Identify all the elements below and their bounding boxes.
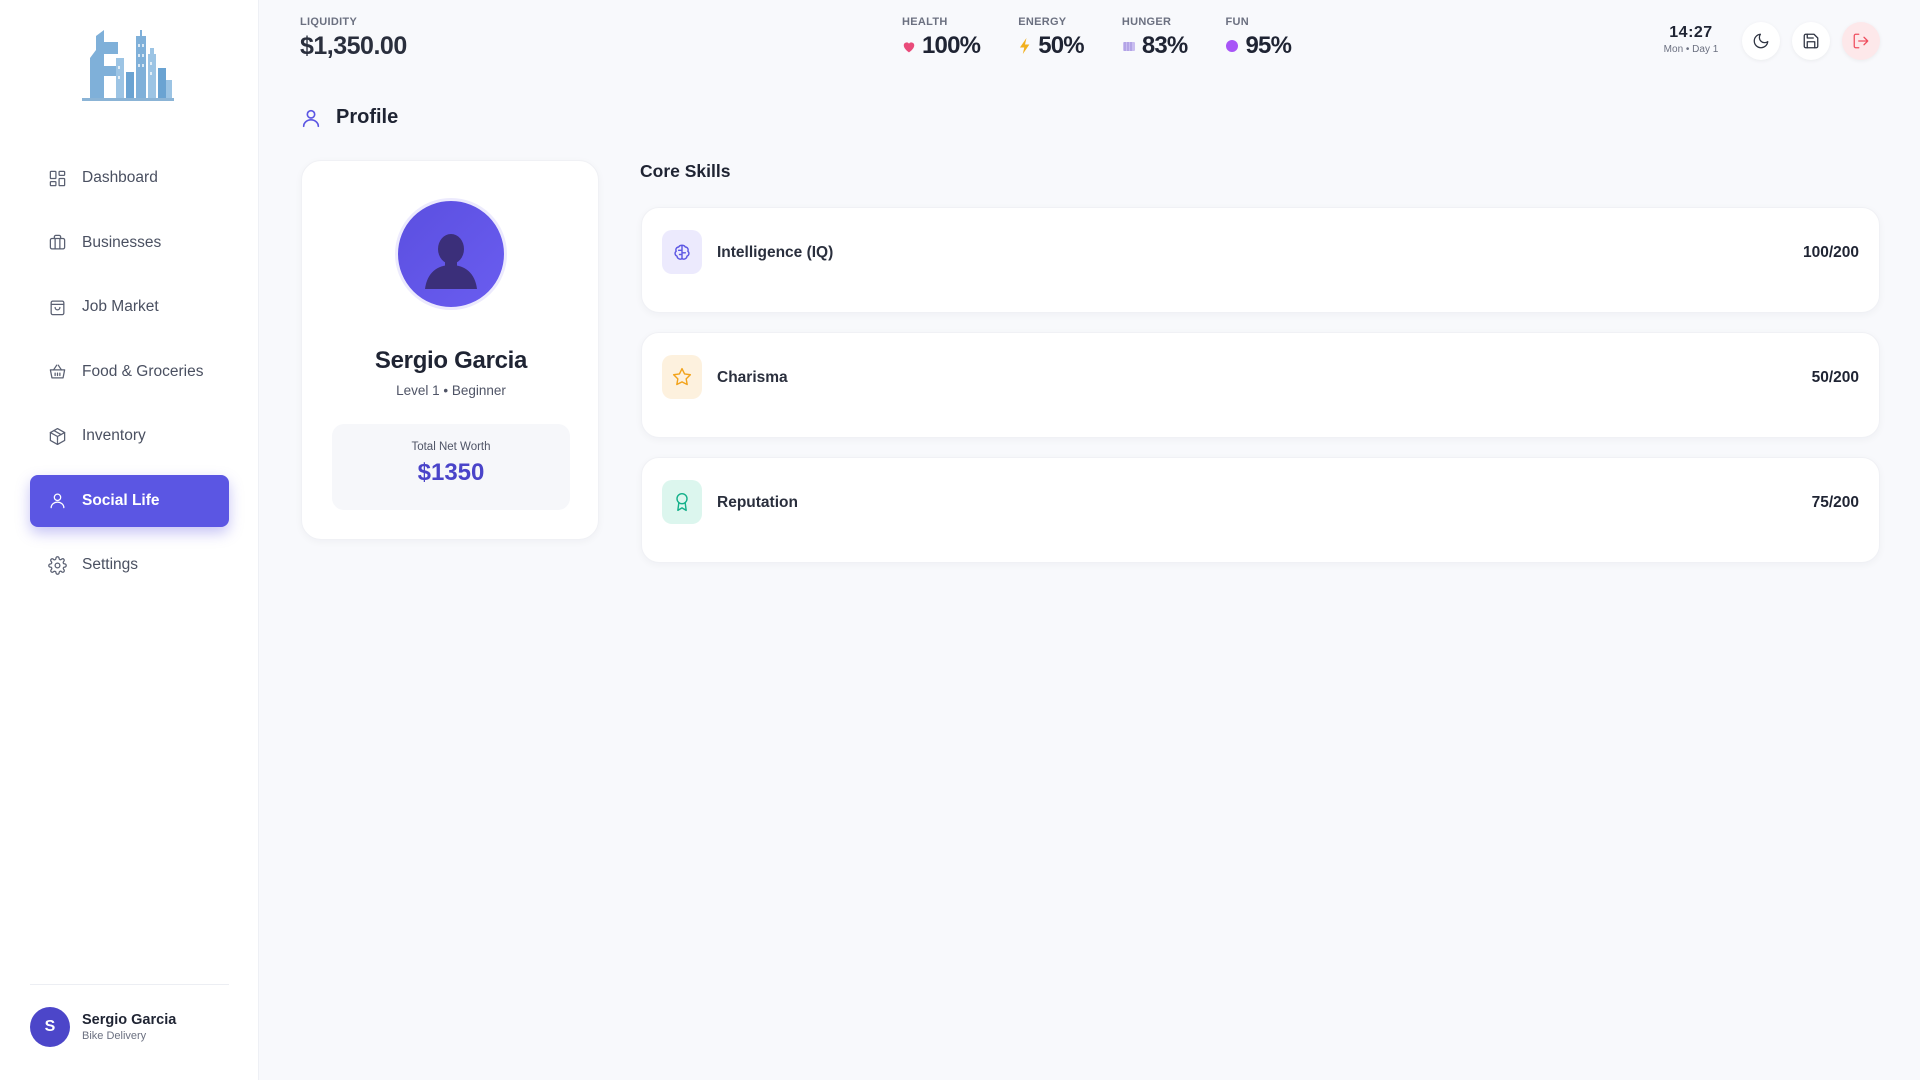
sidebar-item-label: Inventory [82,427,146,444]
sidebar-item-businesses[interactable]: Businesses [30,217,229,269]
net-worth-label: Total Net Worth [411,441,491,453]
lightning-icon [1018,38,1032,54]
sidebar-item-inventory[interactable]: Inventory [30,410,229,462]
page-title-text: Profile [336,106,399,128]
sidebar: Dashboard Businesses Job Market Food & G… [0,0,259,1080]
net-worth-value: $1350 [417,459,485,486]
stat-value: 83% [1141,32,1188,59]
sidebar-item-job-market[interactable]: Job Market [30,281,229,333]
skill-name: Intelligence (IQ) [717,244,834,261]
skill-value: 50/200 [1811,369,1859,386]
profile-avatar[interactable] [395,198,507,310]
logout-button[interactable] [1842,22,1880,60]
sidebar-item-label: Food & Groceries [82,362,204,380]
liquidity-label: LIQUIDITY [300,16,358,28]
package-icon [47,426,67,446]
sidebar-divider [30,984,229,985]
stat-energy: ENERGY 50% [1018,16,1084,60]
sidebar-item-dashboard[interactable]: Dashboard [30,152,229,204]
stat-label: HUNGER [1121,16,1172,28]
dark-mode-button[interactable] [1742,22,1780,60]
game-clock: 14:27 Mon • Day 1 [1656,24,1726,55]
clock-day: Mon • Day 1 [1663,44,1719,55]
stat-label: HEALTH [902,16,948,28]
stat-label: FUN [1225,16,1249,28]
skill-name: Reputation [717,494,798,511]
skill-value: 100/200 [1802,244,1859,261]
stat-health: HEALTH 100% [902,16,981,60]
briefcase-icon [47,233,67,253]
sidebar-item-label: Dashboard [82,169,158,186]
skill-card-charisma[interactable]: Charisma 50/200 [641,332,1880,438]
page-title: Profile [300,106,398,129]
net-worth-box: Total Net Worth $1350 [332,424,570,510]
sidebar-item-label: Job Market [82,298,159,315]
shopping-bag-icon [47,297,67,317]
sidebar-user-name: Sergio Garcia [82,1012,177,1028]
profile-name: Sergio Garcia [374,347,528,374]
skill-name: Charisma [717,369,788,386]
brain-icon [662,230,702,274]
save-button[interactable] [1792,22,1830,60]
profile-level: Level 1 • Beginner [396,383,506,398]
avatar: S [30,1007,70,1047]
sidebar-item-settings[interactable]: Settings [30,539,229,591]
skill-card-intelligence[interactable]: Intelligence (IQ) 100/200 [641,207,1880,313]
clock-time: 14:27 [1669,24,1713,41]
star-icon [662,355,702,399]
stat-fun: FUN 95% [1225,16,1291,60]
sidebar-nav: Dashboard Businesses Job Market Food & G… [30,152,229,604]
person-silhouette-icon [425,234,477,289]
sidebar-item-label: Social Life [82,491,160,509]
sidebar-user[interactable]: S Sergio Garcia Bike Delivery [30,1007,176,1047]
logout-icon [1853,33,1869,49]
save-icon [1803,33,1819,49]
user-icon [47,491,67,511]
dashboard-icon [47,168,67,188]
user-icon [302,109,320,127]
stat-value: 100% [922,32,981,59]
gear-icon [47,555,67,575]
award-icon [662,480,702,524]
city-logo-icon[interactable] [80,28,176,102]
sidebar-item-label: Businesses [82,233,162,251]
sidebar-item-label: Settings [82,556,139,573]
stat-value: 50% [1038,32,1084,59]
circle-icon [1225,39,1239,53]
stats-bar: HEALTH 100% ENERGY 50% HUNGER 83% FUN 95… [902,16,1329,60]
sidebar-item-social-life[interactable]: Social Life [30,474,229,527]
moon-icon [1753,33,1769,49]
heart-icon [902,39,916,53]
stat-hunger: HUNGER 83% [1122,16,1188,60]
sidebar-user-job: Bike Delivery [82,1030,147,1042]
skill-value: 75/200 [1811,494,1859,511]
profile-card: Sergio Garcia Level 1 • Beginner Total N… [301,160,599,540]
sidebar-item-food-groceries[interactable]: Food & Groceries [30,346,229,398]
food-icon [1122,39,1136,53]
basket-icon [47,362,67,382]
topbar: LIQUIDITY $1,350.00 HEALTH 100% ENERGY 5… [260,0,1920,80]
stat-value: 95% [1245,32,1292,59]
core-skills-title: Core Skills [640,161,731,181]
liquidity-value: $1,350.00 [300,32,407,60]
stat-label: ENERGY [1018,16,1067,28]
skill-card-reputation[interactable]: Reputation 75/200 [641,457,1880,563]
liquidity: LIQUIDITY $1,350.00 [300,16,407,61]
